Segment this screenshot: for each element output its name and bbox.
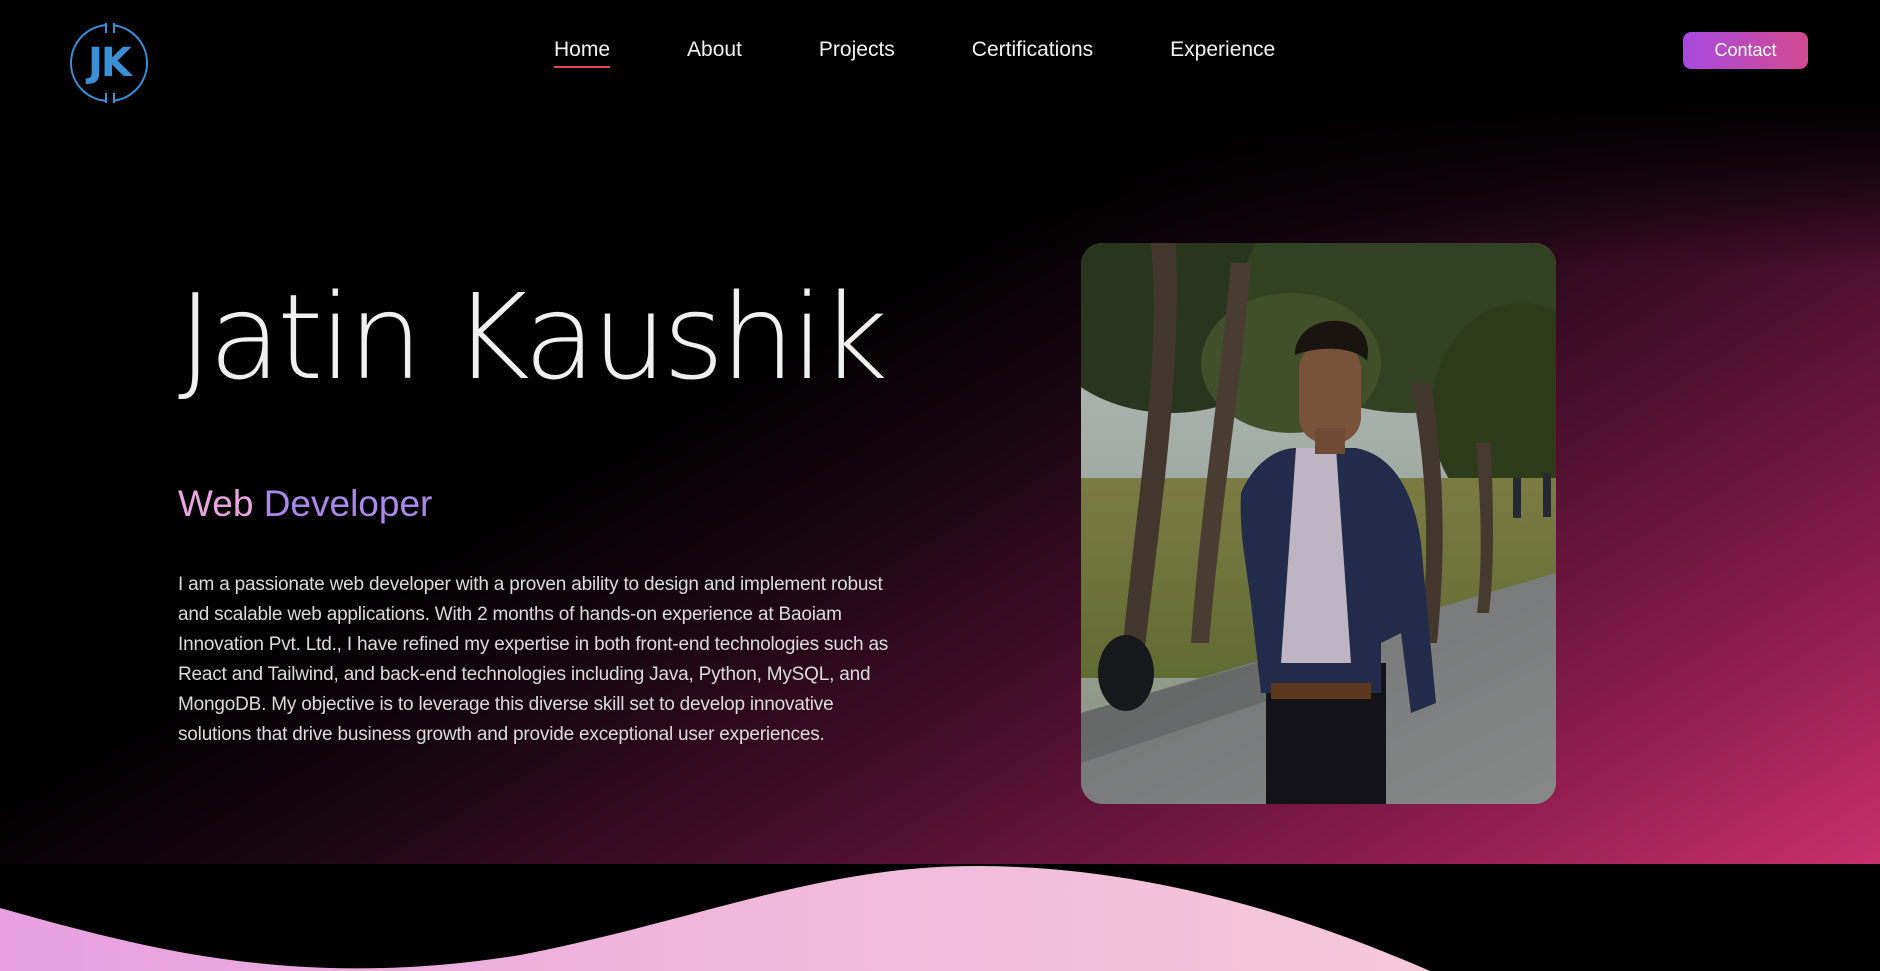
hero-role-part1: Web	[178, 483, 254, 524]
nav-experience-link[interactable]: Experience	[1170, 38, 1275, 66]
logo-notch-bottom	[105, 93, 115, 103]
hero-description: I am a passionate web developer with a p…	[178, 574, 889, 745]
nav-certifications-link[interactable]: Certifications	[972, 38, 1093, 66]
hero-role: Web Developer	[178, 483, 432, 525]
logo-notch-top	[105, 23, 115, 33]
logo-text: JK	[88, 40, 132, 86]
nav-about-link[interactable]: About	[687, 38, 742, 66]
contact-button[interactable]: Contact	[1683, 32, 1808, 69]
logo[interactable]: JK	[70, 23, 148, 103]
hero-role-part2: Developer	[263, 483, 433, 524]
profile-photo	[1081, 243, 1556, 804]
nav-projects-link[interactable]: Projects	[819, 38, 895, 66]
hero-name: Jatin Kaushik	[178, 268, 888, 406]
nav-home-link[interactable]: Home	[554, 38, 611, 68]
site-header: JK Home About Projects Certifications Ex…	[0, 0, 1880, 103]
bottom-wave	[0, 865, 1430, 971]
main-nav: Home About Projects Certifications Exper…	[554, 38, 1352, 68]
